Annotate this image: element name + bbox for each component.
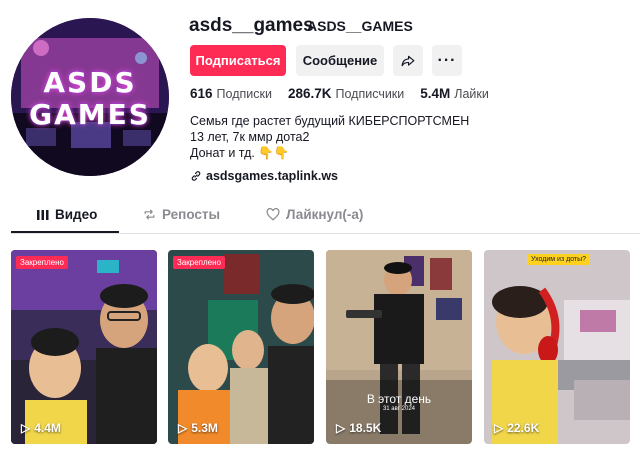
video-views: ▷ 22.6K (494, 421, 539, 435)
play-icon: ▷ (21, 421, 31, 435)
following-count: 616 (190, 86, 213, 101)
repost-icon (144, 209, 155, 220)
video-card[interactable]: Закреплено ▷ 5.3M (168, 250, 314, 444)
video-views-count: 22.6K (507, 421, 540, 435)
video-views-count: 18.5K (349, 421, 382, 435)
profile-username: asds__games (189, 15, 314, 36)
followers-label: Подписчики (335, 87, 405, 101)
grid-icon (37, 209, 49, 220)
profile-nickname: ASDS__GAMES (307, 18, 413, 34)
video-thumbnail (168, 250, 314, 444)
liked-heart-icon (266, 208, 280, 221)
tab-reposts-label: Репосты (162, 207, 221, 222)
avatar-logo-line1: ASDS (43, 66, 137, 99)
play-icon: ▷ (178, 421, 188, 435)
profile-avatar[interactable]: ASDS GAMES (11, 18, 169, 176)
bio-link-text: asdsgames.taplink.ws (206, 169, 339, 183)
tab-reposts[interactable]: Репосты (143, 207, 220, 222)
bio-line-1: Семья где растет будущий КИБЕРСПОРТСМЕН (190, 114, 470, 128)
followers-stat[interactable]: 286.7K Подписчики (288, 86, 404, 101)
video-views: ▷ 4.4M (21, 421, 61, 435)
follow-button[interactable]: Подписаться (190, 45, 286, 76)
tab-liked-label: Лайкнул(-а) (286, 207, 364, 222)
video-title-badge: Уходим из доты? (527, 254, 591, 265)
bio-line-2: 13 лет, 7к ммр дота2 (190, 130, 310, 144)
pinned-badge: Закреплено (173, 256, 225, 269)
video-card[interactable]: Уходим из доты? ▷ 22.6K (484, 250, 630, 444)
following-label: Подписки (216, 87, 272, 101)
avatar-logo-line2: GAMES (29, 98, 151, 131)
play-icon: ▷ (336, 421, 346, 435)
likes-stat: 5.4M Лайки (420, 86, 489, 101)
followers-count: 286.7K (287, 86, 332, 101)
tab-liked[interactable]: Лайкнул(-а) (266, 207, 363, 222)
video-views: ▷ 5.3M (178, 421, 218, 435)
video-card[interactable]: В этот день 31 авг 2024 ▷ 18.5K (326, 250, 472, 444)
video-card[interactable]: Закреплено ▷ 4.4M (11, 250, 157, 444)
memory-overlay-text: В этот день (366, 392, 432, 406)
active-tab-indicator (11, 231, 119, 233)
tab-videos[interactable]: Видео (37, 207, 97, 222)
video-thumbnail (11, 250, 157, 444)
video-views-count: 4.4M (34, 421, 61, 435)
following-stat[interactable]: 616 Подписки (190, 86, 272, 101)
profile-stats: 616 Подписки 286.7K Подписчики 5.4M Лайки (190, 86, 489, 101)
share-icon (401, 55, 415, 66)
likes-count: 5.4M (420, 86, 451, 101)
tab-videos-label: Видео (55, 207, 98, 222)
profile-bio: Семья где растет будущий КИБЕРСПОРТСМЕН … (190, 113, 469, 161)
more-options-button[interactable]: ··· (432, 45, 462, 76)
bio-line-3: Донат и тд. 👇👇 (190, 146, 290, 160)
video-views: ▷ 18.5K (336, 421, 381, 435)
play-icon: ▷ (494, 421, 504, 435)
profile-tabs: Видео Репосты Лайкнул(-а) (11, 198, 640, 234)
video-thumbnail (484, 250, 630, 444)
memory-overlay-date: 31 авг 2024 (382, 406, 416, 412)
link-icon (191, 171, 201, 181)
message-button[interactable]: Сообщение (296, 45, 384, 76)
bio-link[interactable]: asdsgames.taplink.ws (190, 169, 338, 183)
video-views-count: 5.3M (191, 421, 218, 435)
pinned-badge: Закреплено (16, 256, 68, 269)
video-thumbnail (326, 250, 472, 444)
likes-label: Лайки (454, 87, 489, 101)
share-button[interactable] (393, 45, 423, 76)
